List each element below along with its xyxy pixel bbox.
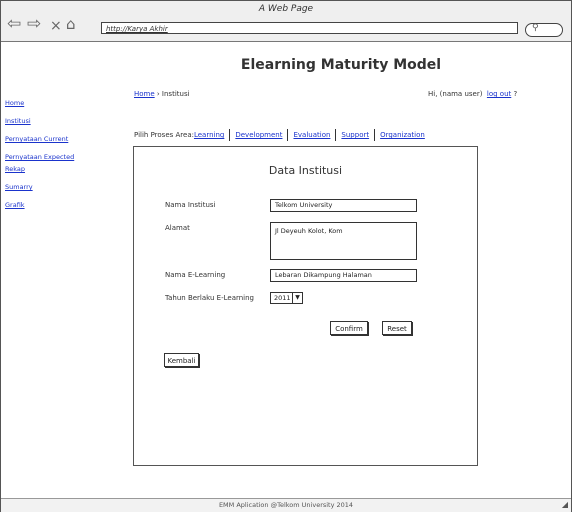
divider [229, 129, 231, 141]
breadcrumb-home-link[interactable]: Home [134, 90, 155, 98]
page-title: Elearning Maturity Model [240, 57, 442, 73]
user-greeting-area: Hi, (nama user) log out ? [428, 90, 517, 98]
tahun-selected-value: 2011 [274, 294, 291, 302]
divider [335, 129, 337, 141]
sidebar-item-sumarry[interactable]: Sumarry [5, 183, 115, 191]
sidebar: Home Institusi Pernyataan Current Pernya… [5, 99, 115, 219]
breadcrumb-current: Institusi [161, 90, 190, 98]
divider [374, 129, 376, 141]
alamat-label: Alamat [165, 224, 190, 232]
proses-area-nav: Pilih Proses Area:Learning Development Eva… [134, 129, 425, 141]
close-icon[interactable]: × [50, 18, 62, 35]
sidebar-item-rekap[interactable]: Rekap [5, 165, 115, 173]
tab-evaluation[interactable]: Evaluation [293, 131, 330, 139]
home-icon[interactable]: ⌂ [66, 16, 76, 33]
resize-grip-icon[interactable]: ◢ [562, 498, 568, 511]
url-input[interactable]: http://Karya Akhir [101, 22, 518, 34]
tahun-label: Tahun Berlaku E-Learning [165, 294, 255, 302]
sidebar-item-institusi[interactable]: Institusi [5, 117, 115, 125]
tab-learning[interactable]: Learning [194, 131, 224, 139]
breadcrumb: Home › Institusi [134, 90, 190, 98]
alamat-textarea[interactable]: Jl Deyeuh Kolot, Kom [270, 222, 417, 260]
form-title: Data Institusi [268, 164, 343, 177]
sidebar-item-pernyataan-expected[interactable]: Pernyataan Expected [5, 153, 115, 161]
sidebar-item-home[interactable]: Home [5, 99, 115, 107]
search-field[interactable]: ⚲ [525, 23, 563, 37]
footer: EMM Aplication @Telkom University 2014 ◢ [1, 498, 571, 512]
nama-institusi-label: Nama Institusi [165, 201, 216, 209]
footer-text: EMM Aplication @Telkom University 2014 [218, 501, 354, 509]
nama-institusi-input[interactable]: Telkom University [270, 199, 417, 212]
tab-support[interactable]: Support [341, 131, 369, 139]
tahun-select[interactable]: 2011 ▼ [270, 292, 303, 304]
sidebar-item-pernyataan-current[interactable]: Pernyataan Current [5, 135, 115, 143]
confirm-button[interactable]: Confirm [330, 321, 368, 335]
back-arrow-icon[interactable]: ⇦ [7, 16, 21, 33]
browser-toolbar: A Web Page ⇦ ⇨ × ⌂ http://Karya Akhir ⚲ [1, 1, 571, 42]
logout-link[interactable]: log out [487, 90, 511, 98]
nama-elearning-label: Nama E-Learning [165, 271, 226, 279]
user-greeting: Hi, (nama user) [428, 90, 483, 98]
nama-elearning-input[interactable]: Lebaran Dikampung Halaman [270, 269, 417, 282]
forward-arrow-icon[interactable]: ⇨ [27, 16, 41, 33]
kembali-button[interactable]: Kembali [164, 353, 199, 367]
sidebar-item-grafik[interactable]: Grafik [5, 201, 115, 209]
chevron-down-icon[interactable]: ▼ [292, 293, 302, 303]
breadcrumb-separator: › [154, 90, 162, 98]
form-panel: Data Institusi Nama Institusi Telkom Uni… [133, 146, 478, 466]
tab-organization[interactable]: Organization [380, 131, 425, 139]
tab-development[interactable]: Development [235, 131, 282, 139]
reset-button[interactable]: Reset [382, 321, 412, 335]
proses-label: Pilih Proses Area: [134, 131, 194, 139]
search-icon: ⚲ [532, 23, 539, 33]
logout-suffix: ? [511, 90, 518, 98]
divider [287, 129, 289, 141]
browser-window: A Web Page ⇦ ⇨ × ⌂ http://Karya Akhir ⚲ … [0, 0, 572, 512]
window-title: A Web Page [258, 4, 314, 14]
